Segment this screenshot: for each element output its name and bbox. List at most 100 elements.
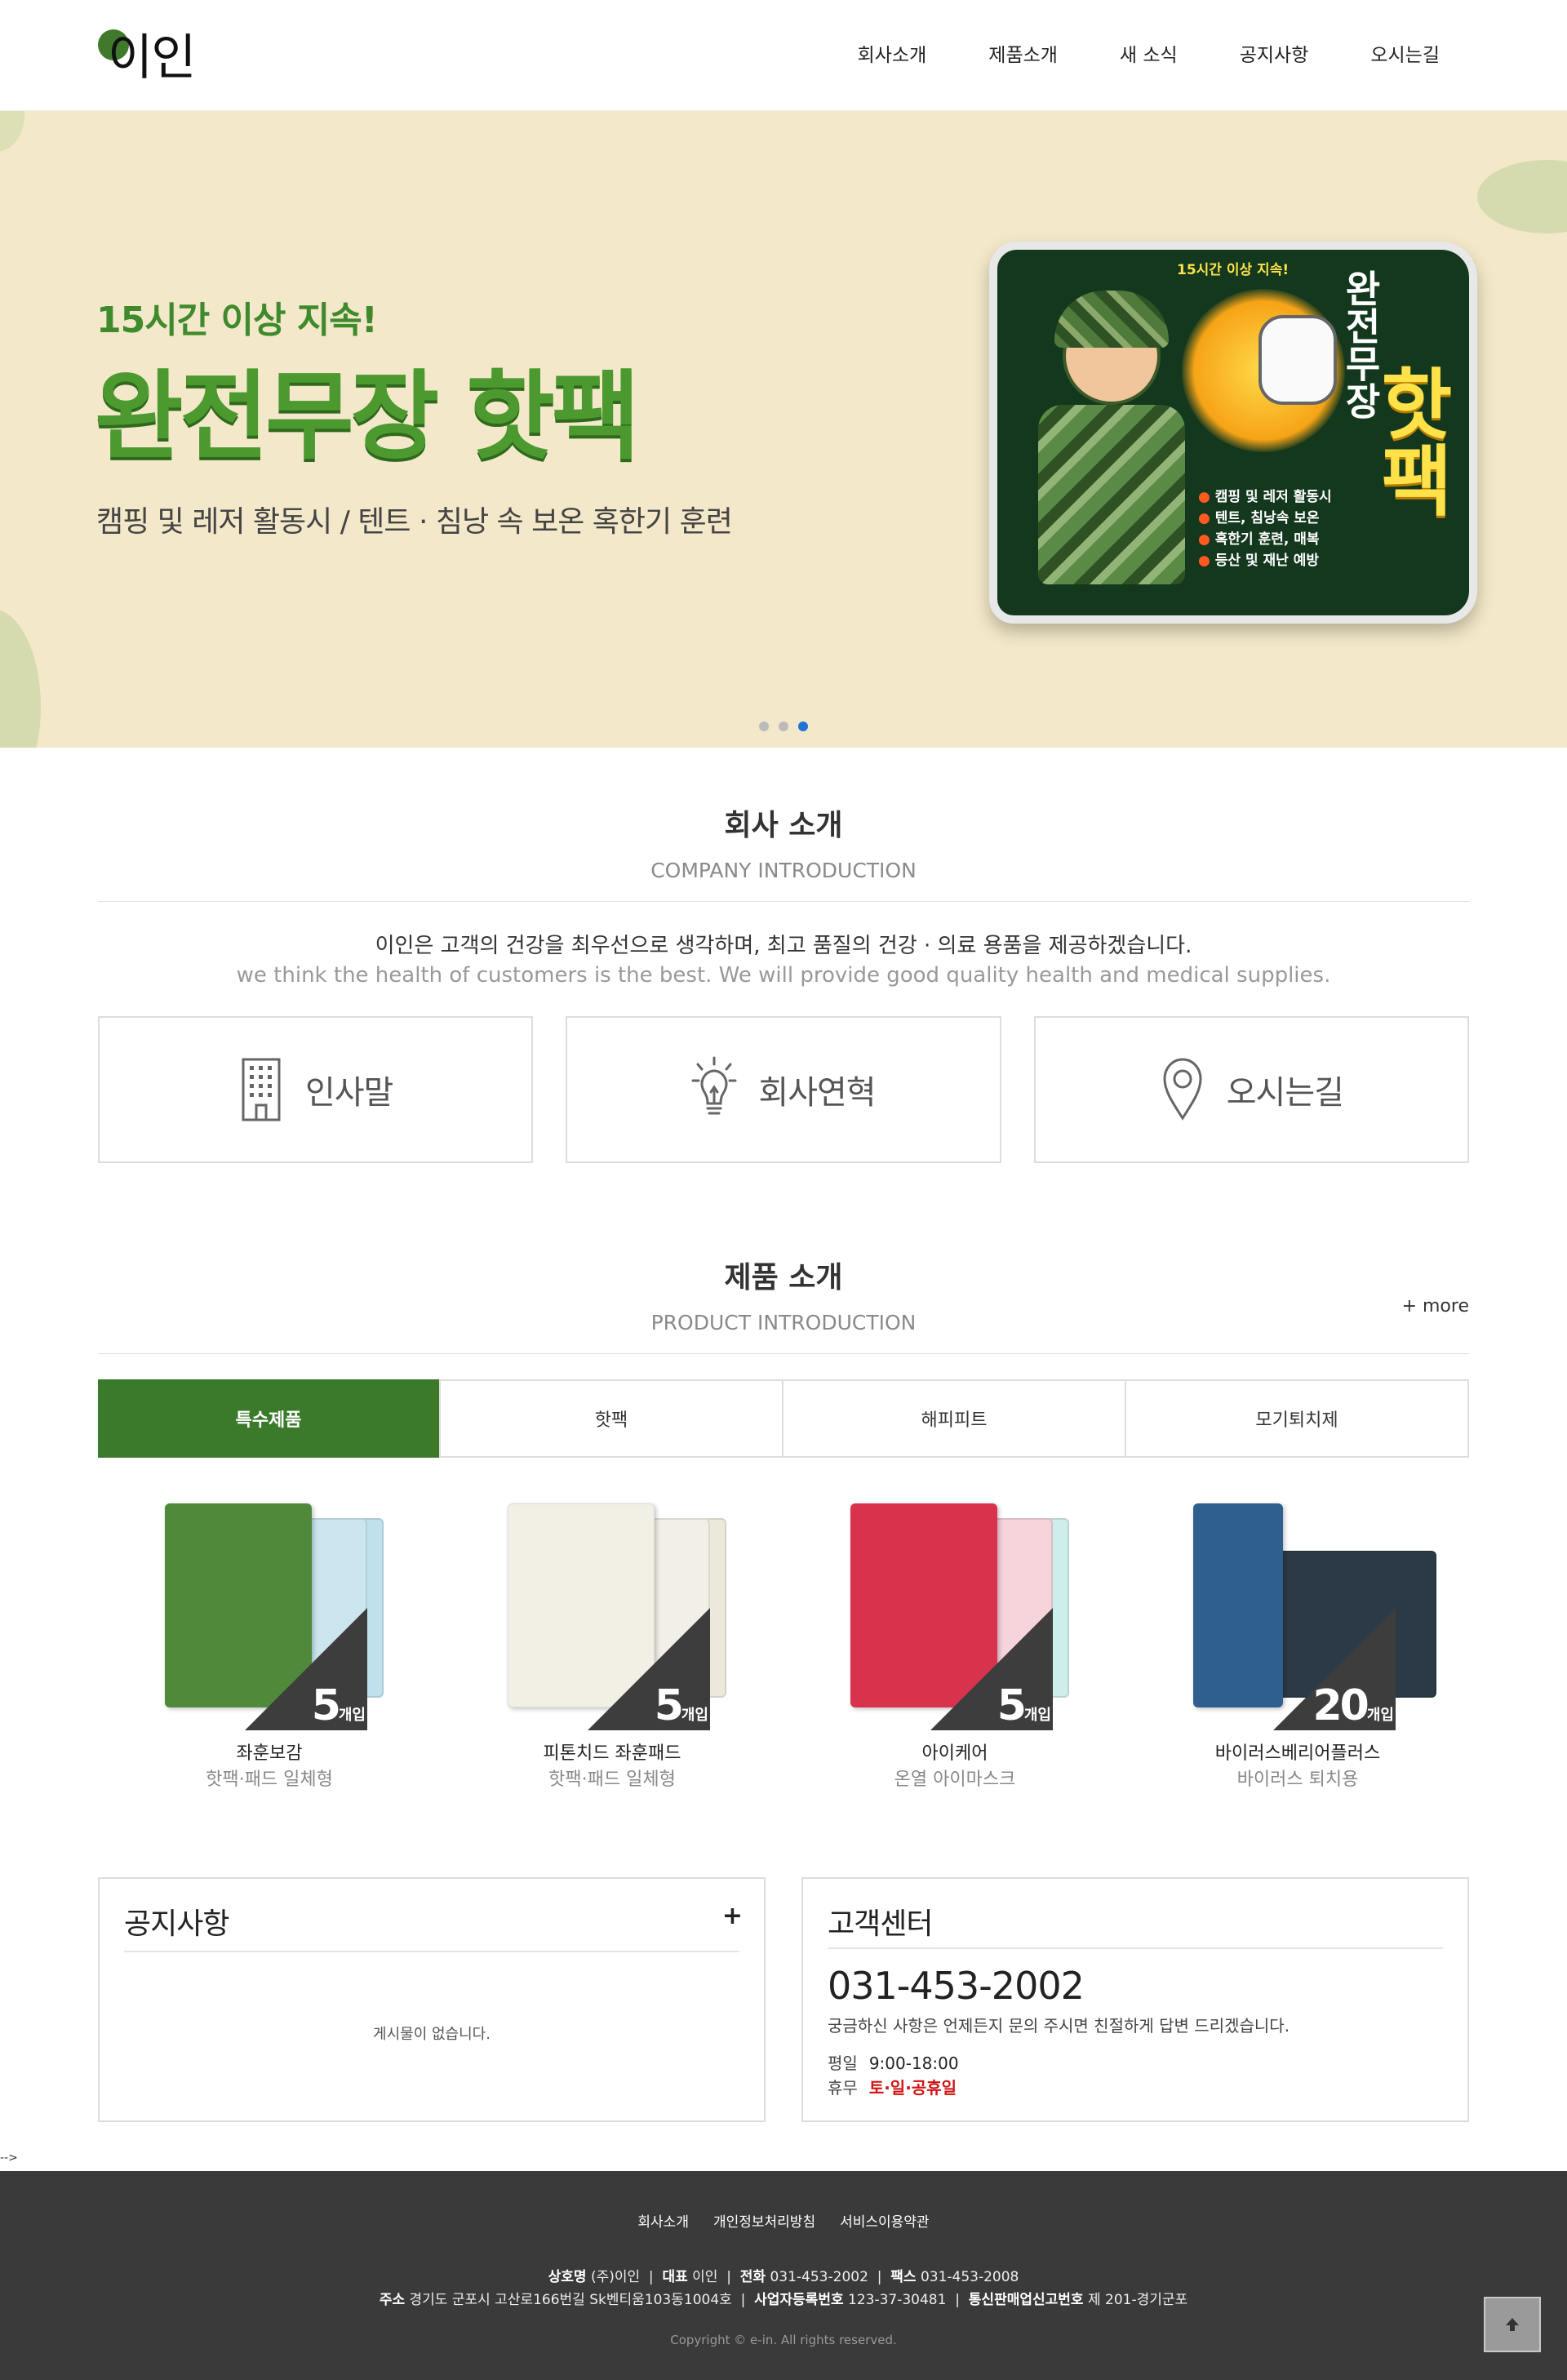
divider [124, 1951, 739, 1952]
cs-holiday-row: 휴무 토·일·공휴일 [828, 2075, 957, 2098]
pack-title-big: 핫팩 [1365, 364, 1454, 517]
product-name: 피톤치드 좌훈패드 [543, 1743, 681, 1764]
nav-products[interactable]: 제품소개 [957, 39, 1089, 72]
count-badge: 5개입 [997, 1681, 1051, 1730]
slider-dot-2[interactable] [779, 722, 788, 731]
divider [98, 901, 1469, 902]
product-image: 5개입 [816, 1494, 1094, 1738]
footer-links: 회사소개 개인정보처리방침 서비스이용약관 [0, 2210, 1567, 2231]
hero-title: 완전무장 핫팩 [95, 360, 640, 473]
pack-tagline: 15시간 이상 지속! [1177, 262, 1290, 278]
site-logo[interactable]: 이인 [96, 24, 196, 87]
pack-feature: ● 혹한기 훈련, 매복 [1198, 531, 1320, 548]
soldier-illustration [1022, 291, 1201, 601]
product-card[interactable]: 5개입 피톤치드 좌훈패드 핫팩·패드 일체형 [441, 1494, 784, 1790]
tab-happyfeet[interactable]: 해피피트 [784, 1381, 1126, 1456]
hero-description: 캠핑 및 레저 활동시 / 텐트 · 침낭 속 보온 혹한기 훈련 [96, 505, 733, 539]
nav-company[interactable]: 회사소개 [827, 39, 958, 72]
product-card[interactable]: 5개입 좌훈보감 핫팩·패드 일체형 [98, 1494, 441, 1790]
count-badge: 5개입 [311, 1681, 366, 1730]
company-section-title: 회사 소개 [724, 809, 843, 842]
nav-news[interactable]: 새 소식 [1089, 39, 1209, 72]
footer-info-line-2: 주소 경기도 군포시 고산로166번길 Sk벤티움103동1004호 | 사업자… [379, 2292, 1188, 2308]
product-subtitle: 핫팩·패드 일체형 [206, 1769, 333, 1790]
main-nav: 회사소개 제품소개 새 소식 공지사항 오시는길 [827, 39, 1440, 72]
hero-slider[interactable]: 15시간 이상 지속! 완전무장 핫팩 캠핑 및 레저 활동시 / 텐트 · 침… [0, 111, 1567, 748]
footer-link-company[interactable]: 회사소개 [637, 2210, 689, 2231]
product-subtitle: 온열 아이마스크 [894, 1769, 1016, 1790]
weekday-label: 평일 [828, 2054, 858, 2073]
company-description-en: we think the health of customers is the … [236, 963, 1331, 988]
notice-empty-message: 게시물이 없습니다. [373, 2026, 491, 2043]
divider [98, 1353, 1469, 1354]
location-link-box[interactable]: 오시는길 [1033, 1016, 1469, 1163]
product-tabs: 특수제품 핫팩 해피피트 모기퇴치제 [98, 1379, 1469, 1458]
product-list: 5개입 좌훈보감 핫팩·패드 일체형 5개입 피톤치드 좌훈패드 핫팩·패드 일… [98, 1494, 1469, 1790]
slider-pagination [759, 722, 808, 731]
count-badge: 5개입 [654, 1681, 708, 1730]
greeting-link-box[interactable]: 인사말 [98, 1016, 534, 1163]
cs-weekday-row: 평일 9:00-18:00 [828, 2050, 959, 2074]
history-link-box[interactable]: 회사연혁 [566, 1016, 1001, 1163]
product-card[interactable]: 5개입 아이케어 온열 아이마스크 [784, 1494, 1126, 1790]
pack-feature-list: ● 캠핑 및 레저 활동시 ● 텐트, 침낭속 보온 ● 혹한기 훈련, 매복 … [1198, 486, 1332, 571]
tab-special[interactable]: 특수제품 [98, 1379, 441, 1458]
product-subtitle: 바이러스 퇴치용 [1236, 1769, 1359, 1790]
product-name: 아이케어 [921, 1743, 988, 1764]
tab-hotpack[interactable]: 핫팩 [441, 1381, 784, 1456]
footer-info-line-1: 상호명 (주)이인 | 대표 이인 | 전화 031-453-2002 | 팩스… [548, 2269, 1019, 2285]
scroll-top-button[interactable] [1484, 2297, 1541, 2352]
hotpack-product-image: 15시간 이상 지속! 완전무장 핫팩 ● 캠핑 및 레저 활동시 ● 텐트, … [989, 242, 1477, 624]
holiday-days: 토·일·공휴일 [868, 2078, 957, 2098]
nav-notice[interactable]: 공지사항 [1209, 39, 1340, 72]
soldier-helmet [1054, 291, 1169, 348]
slider-dot-3[interactable] [798, 722, 808, 731]
product-subtitle: 핫팩·패드 일체형 [548, 1769, 676, 1790]
site-footer: 회사소개 개인정보처리방침 서비스이용약관 상호명 (주)이인 | 대표 이인 … [0, 2171, 1567, 2380]
product-section-subtitle: PRODUCT INTRODUCTION [650, 1311, 917, 1334]
site-header: 이인 회사소개 제품소개 새 소식 공지사항 오시는길 [0, 0, 1567, 111]
product-section-title: 제품 소개 [724, 1261, 843, 1294]
location-pin-icon [1163, 1058, 1202, 1121]
pack-feature: ● 캠핑 및 레저 활동시 [1198, 489, 1332, 505]
building-icon [242, 1058, 281, 1121]
notice-more-button[interactable]: + [722, 1902, 743, 1930]
company-description-ko: 이인은 고객의 건강을 최우선으로 생각하며, 최고 품질의 건강 · 의료 용… [375, 934, 1192, 958]
tab-mosquito[interactable]: 모기퇴치제 [1126, 1381, 1467, 1456]
product-image: 5개입 [473, 1494, 751, 1738]
stray-comment-text: --> [0, 2151, 18, 2165]
product-card[interactable]: 20개입 바이러스베리어플러스 바이러스 퇴치용 [1126, 1494, 1469, 1790]
lightbulb-icon [691, 1056, 737, 1115]
company-links: 인사말 회사연혁 오시는길 [98, 1016, 1469, 1163]
hero-subtitle: 15시간 이상 지속! [96, 300, 378, 341]
nav-location[interactable]: 오시는길 [1339, 39, 1440, 72]
notice-title: 공지사항 [124, 1907, 229, 1941]
more-products-link[interactable]: + more [1402, 1296, 1469, 1317]
customer-center-panel: 고객센터 031-453-2002 궁금하신 사항은 언제든지 문의 주시면 친… [801, 1877, 1469, 2122]
footer-company-info: 상호명 (주)이인 | 대표 이인 | 전화 031-453-2002 | 팩스… [0, 2266, 1567, 2311]
footer-copyright: Copyright © e-in. All rights reserved. [670, 2333, 897, 2347]
holiday-label: 휴무 [828, 2078, 858, 2098]
product-name: 바이러스베리어플러스 [1214, 1743, 1381, 1764]
slider-dot-1[interactable] [759, 722, 769, 731]
product-name: 좌훈보감 [236, 1743, 303, 1764]
pack-feature: ● 등산 및 재난 예방 [1198, 553, 1320, 569]
decor-blob [0, 609, 41, 748]
location-label: 오시는길 [1226, 1074, 1344, 1112]
cs-title: 고객센터 [828, 1907, 933, 1941]
decor-blob [1477, 160, 1567, 233]
cs-description: 궁금하신 사항은 언제든지 문의 주시면 친절하게 답변 드리겠습니다. [828, 2016, 1290, 2036]
decor-blob [0, 111, 24, 152]
logo-text: 이인 [108, 29, 196, 87]
notice-panel: 공지사항 + 게시물이 없습니다. [98, 1877, 766, 2122]
product-image: 5개입 [131, 1494, 408, 1738]
footer-link-terms[interactable]: 서비스이용약관 [840, 2210, 929, 2231]
company-section-subtitle: COMPANY INTRODUCTION [650, 859, 917, 882]
product-box [1193, 1503, 1283, 1707]
divider [828, 1947, 1443, 1949]
footer-link-privacy[interactable]: 개인정보처리방침 [713, 2210, 815, 2231]
soldier-torso [1038, 405, 1185, 584]
history-label: 회사연혁 [758, 1074, 876, 1112]
arrow-up-icon [1506, 2318, 1519, 2331]
cs-phone: 031-453-2002 [828, 1964, 1085, 2008]
